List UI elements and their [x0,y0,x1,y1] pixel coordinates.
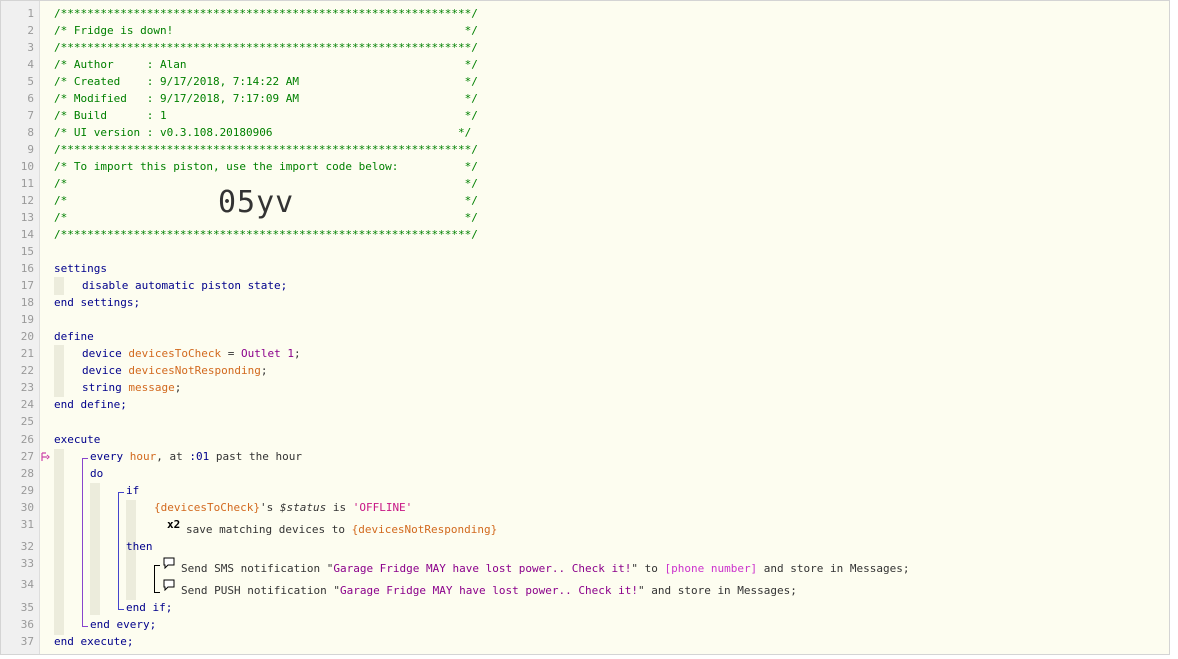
send-push-action[interactable]: Send PUSH notification "Garage Fridge MA… [181,584,797,598]
ui-version-line: /* UI version : v0.3.108.20180906 */ [54,126,472,139]
indent-guide [54,449,64,635]
end-if-keyword: end if; [126,601,173,614]
author-line: /* Author : Alan */ [54,58,478,71]
do-keyword: do [90,467,104,480]
indent-guide [54,277,64,295]
header-border: /***************************************… [54,7,478,20]
header-border: /***************************************… [54,228,478,241]
modified-line: /* Modified : 9/17/2018, 7:17:09 AM */ [54,92,478,105]
created-line: /* Created : 9/17/2018, 7:14:22 AM */ [54,75,478,88]
import-code[interactable]: 05yv [218,185,294,220]
define-devices-to-check[interactable]: device devicesToCheck = Outlet 1; [82,347,301,361]
define-keyword[interactable]: define [54,330,94,344]
header-border: /***************************************… [54,41,478,54]
timer-trigger-icon [41,452,50,461]
if-block-bracket [118,492,124,610]
actions-bracket [154,565,160,593]
every-block-bracket [82,458,88,627]
if-condition[interactable]: {devicesToCheck}'s $status is 'OFFLINE' [154,501,412,515]
end-define-keyword: end define; [54,398,127,411]
send-sms-action[interactable]: Send SMS notification "Garage Fridge MAY… [181,562,910,576]
end-settings-keyword: end settings; [54,296,141,309]
execute-keyword[interactable]: execute [54,433,100,447]
indent-guide [54,345,64,397]
indent-guide [90,483,100,615]
settings-keyword[interactable]: settings [54,262,107,276]
save-matching-devices[interactable]: save matching devices to {devicesNotResp… [186,523,497,537]
code-area: /***************************************… [1,1,1169,654]
speech-bubble-icon [163,557,175,569]
end-every-keyword: end every; [90,618,157,631]
header-border: /***************************************… [54,143,478,156]
define-devices-not-responding[interactable]: device devicesNotResponding; [82,364,267,378]
multiplier-badge: x2 [167,518,181,531]
build-line: /* Build : 1 */ [54,109,478,122]
every-statement[interactable]: every hour, at :01 past the hour [90,450,302,464]
speech-bubble-icon [163,579,175,591]
define-message[interactable]: string message; [82,381,181,395]
end-execute-keyword: end execute; [54,635,134,648]
piston-title: /* Fridge is down! */ [54,24,478,37]
code-editor: 1 2 3 4 5 6 7 8 9 10 11 12 13 14 15 16 17 18 19 20 21 22 23 24 2… [0,0,1170,655]
import-hint: /* To import this piston, use the import… [54,160,478,173]
then-keyword: then [126,540,153,553]
settings-statement[interactable]: disable automatic piston state; [82,279,287,293]
if-keyword[interactable]: if [126,484,139,498]
